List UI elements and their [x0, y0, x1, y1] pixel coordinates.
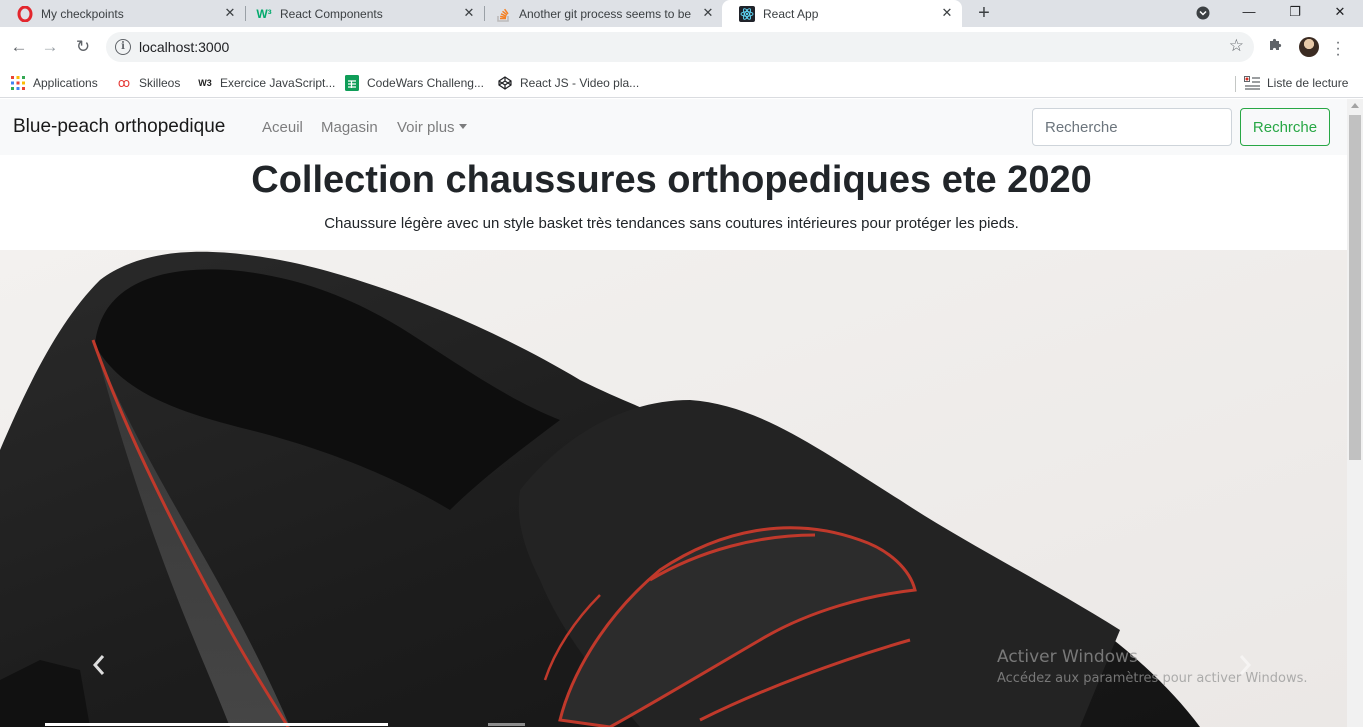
- tab-title: Another git process seems to be: [519, 6, 691, 21]
- browser-toolbar: ← → ↻ i localhost:3000 ☆ · · ·: [0, 27, 1363, 68]
- bookmark-star-icon[interactable]: ☆: [1229, 36, 1244, 56]
- opera-o-icon: [17, 5, 33, 22]
- restore-window-button[interactable]: ❐: [1272, 0, 1318, 27]
- carousel-prev-chevron-icon[interactable]: [88, 650, 108, 680]
- scrollbar-thumb[interactable]: [1349, 115, 1361, 460]
- extensions-puzzle-icon[interactable]: [1268, 37, 1283, 56]
- carousel-indicator-2[interactable]: [488, 723, 525, 726]
- sheets-icon: [344, 75, 360, 91]
- reading-list-button[interactable]: Liste de lecture: [1244, 72, 1348, 94]
- tab-search-button[interactable]: [1180, 0, 1226, 27]
- apps-grid-icon: [10, 75, 26, 91]
- search-button[interactable]: Rechrche: [1240, 108, 1330, 146]
- bookmarks-bar: Applications ꝏ Skilleos W3 Exercice Java…: [0, 68, 1363, 98]
- page-scrollbar[interactable]: [1347, 99, 1363, 727]
- close-tab-icon[interactable]: ✕: [940, 6, 954, 20]
- back-arrow-icon[interactable]: ←: [7, 35, 31, 59]
- bookmark-applications[interactable]: Applications: [10, 72, 98, 94]
- tab-react-components[interactable]: W³ React Components ✕: [239, 0, 484, 27]
- close-tab-icon[interactable]: ✕: [462, 6, 476, 20]
- watermark-subtitle: Accédez aux paramètres pour activer Wind…: [997, 671, 1308, 686]
- address-bar[interactable]: i localhost:3000 ☆: [106, 32, 1254, 62]
- codepen-icon: [497, 75, 513, 91]
- carousel-indicators: [0, 721, 1347, 727]
- tab-title: React Components: [280, 6, 383, 21]
- reading-list-icon: [1244, 75, 1260, 91]
- watermark-title: Activer Windows: [997, 647, 1138, 667]
- w3-icon: W3: [198, 78, 212, 88]
- page-viewport: Blue-peach orthopedique Aceuil Magasin V…: [0, 99, 1347, 727]
- bookmark-skilleos[interactable]: ꝏ Skilleos: [116, 72, 180, 94]
- page-title: Collection chaussures orthopediques ete …: [251, 159, 1092, 201]
- bookmark-react-js-video[interactable]: React JS - Video pla...: [497, 72, 639, 94]
- tab-strip: My checkpoints ✕ W³ React Components ✕ A…: [0, 0, 1363, 27]
- windows-activation-watermark: Activer Windows Accédez aux paramètres p…: [997, 647, 1308, 686]
- nav-link-accueil[interactable]: Aceuil: [262, 119, 303, 136]
- reload-icon[interactable]: ↻: [71, 35, 95, 59]
- close-tab-icon[interactable]: ✕: [701, 6, 715, 20]
- bookmark-label: React JS - Video pla...: [520, 76, 640, 90]
- profile-avatar[interactable]: [1299, 37, 1319, 57]
- close-tab-icon[interactable]: ✕: [223, 6, 237, 20]
- scroll-up-arrow-icon[interactable]: [1351, 103, 1359, 108]
- menu-kebab-icon[interactable]: · · ·: [1334, 35, 1342, 63]
- bookmark-label: Applications: [33, 76, 98, 90]
- caret-down-icon: [458, 124, 467, 129]
- tab-my-checkpoints[interactable]: My checkpoints ✕: [0, 0, 245, 27]
- w3schools-icon: W³: [256, 6, 272, 21]
- forward-arrow-icon[interactable]: →: [38, 35, 62, 59]
- nav-dropdown-voir-plus[interactable]: Voir plus: [397, 119, 467, 136]
- carousel-indicator-1[interactable]: [45, 723, 388, 726]
- new-tab-button[interactable]: +: [972, 2, 996, 24]
- tab-title: My checkpoints: [41, 6, 124, 21]
- bookmark-label: CodeWars Challeng...: [367, 76, 484, 90]
- search-input[interactable]: [1032, 108, 1232, 146]
- dropdown-label: Voir plus: [397, 119, 455, 136]
- bookmark-exercice-javascript[interactable]: W3 Exercice JavaScript...: [197, 72, 335, 94]
- skilleos-icon: ꝏ: [117, 76, 131, 90]
- bookmark-label: Skilleos: [139, 76, 181, 90]
- bookmark-label: Exercice JavaScript...: [220, 76, 336, 90]
- stackoverflow-icon: [495, 6, 511, 22]
- tab-react-app[interactable]: React App ✕: [722, 0, 962, 27]
- reading-list-label: Liste de lecture: [1267, 76, 1349, 90]
- url-text[interactable]: localhost:3000: [139, 39, 229, 55]
- nav-link-magasin[interactable]: Magasin: [321, 119, 378, 136]
- minimize-window-button[interactable]: —: [1226, 0, 1272, 27]
- page-subtitle: Chaussure légère avec un style basket tr…: [324, 215, 1019, 232]
- close-window-button[interactable]: ✕: [1317, 0, 1363, 27]
- tab-title: React App: [763, 6, 819, 21]
- brand-logo-text[interactable]: Blue-peach orthopedique: [13, 116, 225, 138]
- site-info-icon[interactable]: i: [115, 39, 131, 55]
- site-navbar: Blue-peach orthopedique Aceuil Magasin V…: [0, 99, 1347, 155]
- bookmarks-separator: [1235, 76, 1236, 92]
- bookmark-codewars[interactable]: CodeWars Challeng...: [344, 72, 484, 94]
- tab-git-process[interactable]: Another git process seems to be ✕: [478, 0, 723, 27]
- react-icon: [739, 5, 755, 22]
